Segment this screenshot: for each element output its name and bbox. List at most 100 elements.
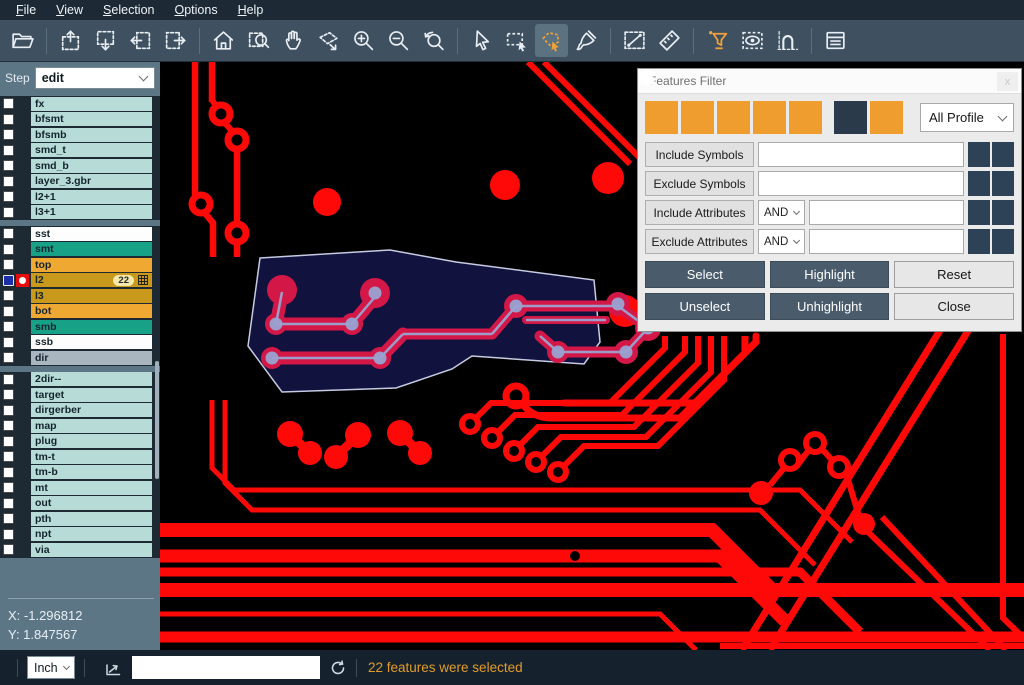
menu-item-options[interactable]: Options (164, 3, 227, 17)
layer-visibility-checkbox[interactable] (3, 544, 14, 555)
layer-visibility-checkbox[interactable] (3, 482, 14, 493)
layer-visibility-checkbox[interactable] (3, 275, 14, 286)
layer-chip[interactable]: fx (31, 97, 152, 111)
layer-row-bfsmt[interactable]: bfsmt (0, 112, 160, 128)
layer-chip[interactable]: smt (31, 242, 152, 256)
layer-visibility-checkbox[interactable] (3, 321, 14, 332)
close-button[interactable]: Close (894, 293, 1014, 320)
layer-visibility-checkbox[interactable] (3, 290, 14, 301)
layer-visibility-checkbox[interactable] (3, 498, 14, 509)
layer-chip[interactable]: dir (31, 351, 152, 365)
exclude-attributes-pick-add-button[interactable] (992, 229, 1014, 254)
menu-item-selection[interactable]: Selection (93, 3, 164, 17)
layer-chip[interactable]: map (31, 419, 152, 433)
layer-chip[interactable]: ssb (31, 335, 152, 349)
features-filter-icon[interactable] (701, 24, 734, 57)
layer-row-dir[interactable]: dir (0, 350, 160, 366)
surface-feature-button[interactable] (717, 101, 750, 134)
select-rectangle-icon[interactable] (500, 24, 533, 57)
layer-chip[interactable]: via (31, 543, 152, 557)
layer-visibility-checkbox[interactable] (3, 114, 14, 125)
exclude-symbols-pick-add-button[interactable] (992, 171, 1014, 196)
layer-chip[interactable]: l222 (31, 273, 152, 287)
exclude-attributes-input[interactable] (809, 229, 964, 254)
feature-properties-icon[interactable] (819, 24, 852, 57)
pan-down-icon[interactable] (89, 24, 122, 57)
units-select[interactable]: Inch (27, 656, 75, 679)
line-feature-button[interactable] (645, 101, 678, 134)
pan-left-icon[interactable] (124, 24, 157, 57)
layer-chip[interactable]: bfsmb (31, 128, 152, 142)
step-select[interactable]: edit (35, 67, 155, 89)
home-view-icon[interactable] (207, 24, 240, 57)
layer-visibility-checkbox[interactable] (3, 145, 14, 156)
add-mode-button[interactable] (834, 101, 867, 134)
layer-chip[interactable]: dirgerber (31, 403, 152, 417)
highlight-button[interactable]: Highlight (770, 261, 890, 288)
open-file-icon[interactable] (6, 24, 39, 57)
layer-visibility-checkbox[interactable] (3, 228, 14, 239)
layer-chip[interactable]: smd_b (31, 159, 152, 173)
pan-up-icon[interactable] (54, 24, 87, 57)
layer-chip[interactable]: layer_3.gbr (31, 174, 152, 188)
pan-hand-icon[interactable] (277, 24, 310, 57)
layer-chip[interactable]: l3+1 (31, 205, 152, 219)
layer-row-l2+1[interactable]: l2+1 (0, 189, 160, 205)
layer-row-layer_3.gbr[interactable]: layer_3.gbr (0, 174, 160, 190)
layer-visibility-checkbox[interactable] (3, 337, 14, 348)
select-pointer-icon[interactable] (465, 24, 498, 57)
menu-item-file[interactable]: File (6, 3, 46, 17)
layer-row-bot[interactable]: bot (0, 304, 160, 320)
layer-chip[interactable]: smd_t (31, 143, 152, 157)
command-input[interactable] (132, 656, 320, 679)
layer-chip[interactable]: l3 (31, 289, 152, 303)
layer-chip[interactable]: bot (31, 304, 152, 318)
measure-ruler-icon[interactable] (653, 24, 686, 57)
layer-visibility-checkbox[interactable] (3, 98, 14, 109)
layer-row-pth[interactable]: pth (0, 511, 160, 527)
include-attributes-button[interactable]: Include Attributes (645, 200, 754, 225)
include-symbols-pick-add-button[interactable] (992, 142, 1014, 167)
layer-visibility-checkbox[interactable] (3, 374, 14, 385)
layer-chip[interactable]: smb (31, 320, 152, 334)
include-attributes-pick-button[interactable] (968, 200, 990, 225)
layer-visibility-checkbox[interactable] (3, 467, 14, 478)
layer-visibility-checkbox[interactable] (3, 451, 14, 462)
layer-row-dirgerber[interactable]: dirgerber (0, 403, 160, 419)
layer-visibility-checkbox[interactable] (3, 352, 14, 363)
exclude-attributes-button[interactable]: Exclude Attributes (645, 229, 754, 254)
include-symbols-input[interactable] (758, 142, 964, 167)
dialog-close-button[interactable]: x (997, 72, 1018, 91)
include-attributes-pick-add-button[interactable] (992, 200, 1014, 225)
zoom-out-icon[interactable] (382, 24, 415, 57)
profile-select[interactable]: All Profile (920, 103, 1014, 132)
pad-feature-button[interactable] (681, 101, 714, 134)
layer-chip[interactable]: out (31, 496, 152, 510)
layer-visibility-checkbox[interactable] (3, 436, 14, 447)
layer-visibility-checkbox[interactable] (3, 306, 14, 317)
previous-view-icon[interactable] (417, 24, 450, 57)
layer-chip[interactable]: l2+1 (31, 190, 152, 204)
layer-row-mt[interactable]: mt (0, 480, 160, 496)
layer-row-plug[interactable]: plug (0, 434, 160, 450)
layer-row-tm-b[interactable]: tm-b (0, 465, 160, 481)
pcb-canvas[interactable]: Features Filter x All (160, 62, 1024, 650)
include-attributes-operator-select[interactable]: AND (758, 200, 805, 225)
layer-chip[interactable]: tm-b (31, 465, 152, 479)
refresh-icon[interactable] (329, 659, 347, 677)
layer-row-npt[interactable]: npt (0, 527, 160, 543)
layer-row-smd_t[interactable]: smd_t (0, 143, 160, 159)
text-feature-button[interactable] (789, 101, 822, 134)
select-polygon-icon[interactable] (535, 24, 568, 57)
layer-visibility-checkbox[interactable] (3, 244, 14, 255)
layer-row-smd_b[interactable]: smd_b (0, 158, 160, 174)
zoom-window-icon[interactable] (242, 24, 275, 57)
include-attributes-input[interactable] (809, 200, 964, 225)
layer-chip[interactable]: mt (31, 481, 152, 495)
layer-row-out[interactable]: out (0, 496, 160, 512)
reset-button[interactable]: Reset (894, 261, 1014, 288)
pan-right-icon[interactable] (159, 24, 192, 57)
exclude-symbols-input[interactable] (758, 171, 964, 196)
exclude-symbols-button[interactable]: Exclude Symbols (645, 171, 754, 196)
remove-mode-button[interactable] (870, 101, 903, 134)
